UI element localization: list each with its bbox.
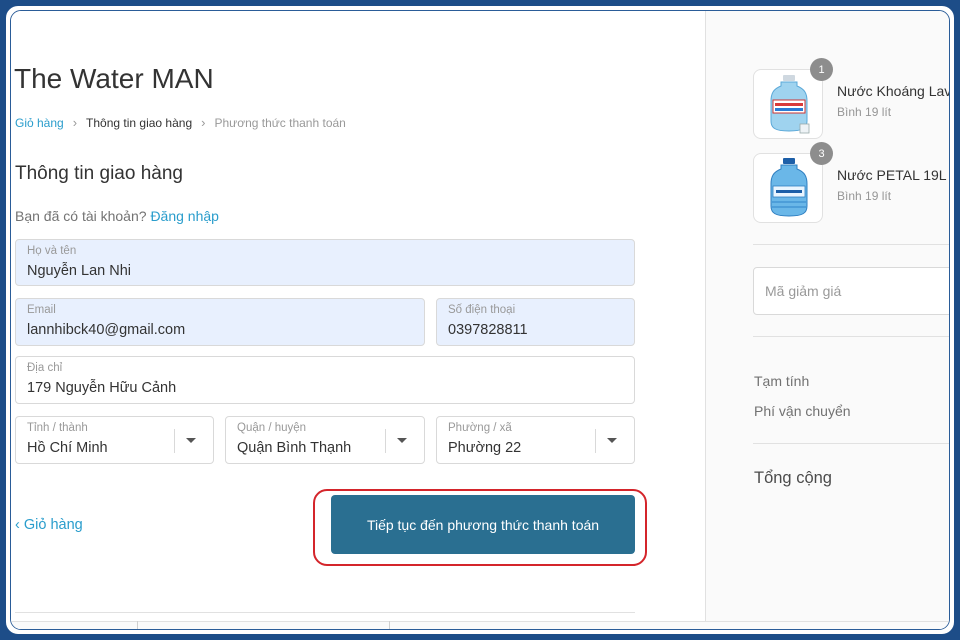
product-name: Nước Khoáng Lav — [837, 83, 950, 99]
email-field-value[interactable]: lannhibck40@gmail.com — [27, 322, 185, 338]
chevron-down-icon[interactable] — [397, 438, 407, 443]
email-field[interactable]: Email lannhibck40@gmail.com — [15, 298, 425, 346]
phone-field-value[interactable]: 0397828811 — [448, 322, 528, 338]
province-select-value: Hồ Chí Minh — [27, 440, 108, 456]
select-divider — [595, 429, 596, 453]
order-item: 3 Nước PETAL 19L B Bình 19 lít — [753, 142, 950, 223]
ward-select-label: Phường / xã — [448, 422, 512, 434]
address-field[interactable]: Địa chỉ 179 Nguyễn Hữu Cảnh — [15, 356, 635, 404]
shipping-fee-label: Phí vận chuyển — [754, 403, 851, 419]
chevron-down-icon[interactable] — [186, 438, 196, 443]
name-field-label: Họ và tên — [27, 245, 77, 257]
district-select[interactable]: Quận / huyện Quận Bình Thạnh — [225, 416, 425, 464]
chevron-left-icon: ‹ — [15, 517, 20, 533]
main-footer-divider — [15, 612, 635, 613]
summary-divider — [753, 244, 949, 245]
coupon-input[interactable]: Mã giảm giá — [753, 267, 949, 315]
checkout-main: The Water MAN Giỏ hàng › Thông tin giao … — [11, 11, 705, 629]
name-field-value[interactable]: Nguyễn Lan Nhi — [27, 263, 131, 279]
district-select-label: Quận / huyện — [237, 422, 307, 434]
quantity-badge: 3 — [810, 142, 833, 165]
breadcrumb-separator-icon: › — [72, 115, 78, 130]
shop-name[interactable]: The Water MAN — [14, 63, 214, 95]
product-variant: Bình 19 lít — [837, 105, 892, 119]
ward-select-value: Phường 22 — [448, 440, 522, 456]
email-field-label: Email — [27, 304, 56, 316]
district-select-value: Quận Bình Thạnh — [237, 440, 352, 456]
summary-divider — [753, 443, 949, 444]
name-field[interactable]: Họ và tên Nguyễn Lan Nhi — [15, 239, 635, 286]
ward-select[interactable]: Phường / xã Phường 22 — [436, 416, 635, 464]
chevron-down-icon[interactable] — [607, 438, 617, 443]
product-thumbnail: 3 — [753, 142, 833, 223]
product-thumbnail: 1 — [753, 58, 833, 139]
bottom-strip — [11, 621, 949, 629]
select-divider — [174, 429, 175, 453]
breadcrumb-cart[interactable]: Giỏ hàng — [15, 116, 64, 130]
strip-divider — [137, 621, 138, 629]
back-to-cart-link[interactable]: ‹ Giỏ hàng — [15, 517, 83, 533]
product-variant: Bình 19 lít — [837, 189, 892, 203]
account-prompt-text: Bạn đã có tài khoản? — [15, 208, 147, 224]
address-field-value[interactable]: 179 Nguyễn Hữu Cảnh — [27, 380, 176, 396]
summary-divider — [753, 336, 949, 337]
province-select-label: Tỉnh / thành — [27, 422, 88, 434]
section-title: Thông tin giao hàng — [15, 163, 183, 184]
breadcrumb-payment: Phương thức thanh toán — [214, 115, 346, 130]
address-field-label: Địa chỉ — [27, 362, 63, 374]
login-link[interactable]: Đăng nhập — [150, 208, 219, 224]
breadcrumb-separator-icon: › — [201, 115, 206, 130]
product-name: Nước PETAL 19L B — [837, 167, 950, 183]
phone-field[interactable]: Số điện thoại 0397828811 — [436, 298, 635, 346]
phone-field-label: Số điện thoại — [448, 304, 516, 316]
water-jug-petal-icon — [770, 158, 808, 217]
screenshot-frame: The Water MAN Giỏ hàng › Thông tin giao … — [4, 4, 956, 636]
total-label: Tổng cộng — [754, 469, 832, 487]
order-item: 1 Nước Khoáng Lav Bình 19 lít — [753, 58, 950, 139]
checkout-page: The Water MAN Giỏ hàng › Thông tin giao … — [10, 10, 950, 630]
water-jug-lavie-icon — [770, 75, 810, 134]
subtotal-label: Tạm tính — [754, 373, 810, 389]
select-divider — [385, 429, 386, 453]
quantity-badge: 1 — [810, 58, 833, 81]
strip-divider — [389, 621, 390, 629]
back-to-cart-label: Giỏ hàng — [23, 517, 83, 533]
coupon-placeholder: Mã giảm giá — [765, 283, 842, 299]
continue-to-payment-button[interactable]: Tiếp tục đến phương thức thanh toán — [331, 495, 635, 554]
breadcrumb-shipping: Thông tin giao hàng — [86, 115, 193, 130]
province-select[interactable]: Tỉnh / thành Hồ Chí Minh — [15, 416, 214, 464]
account-prompt: Bạn đã có tài khoản? Đăng nhập — [15, 208, 219, 224]
breadcrumb: Giỏ hàng › Thông tin giao hàng › Phương … — [15, 115, 346, 130]
